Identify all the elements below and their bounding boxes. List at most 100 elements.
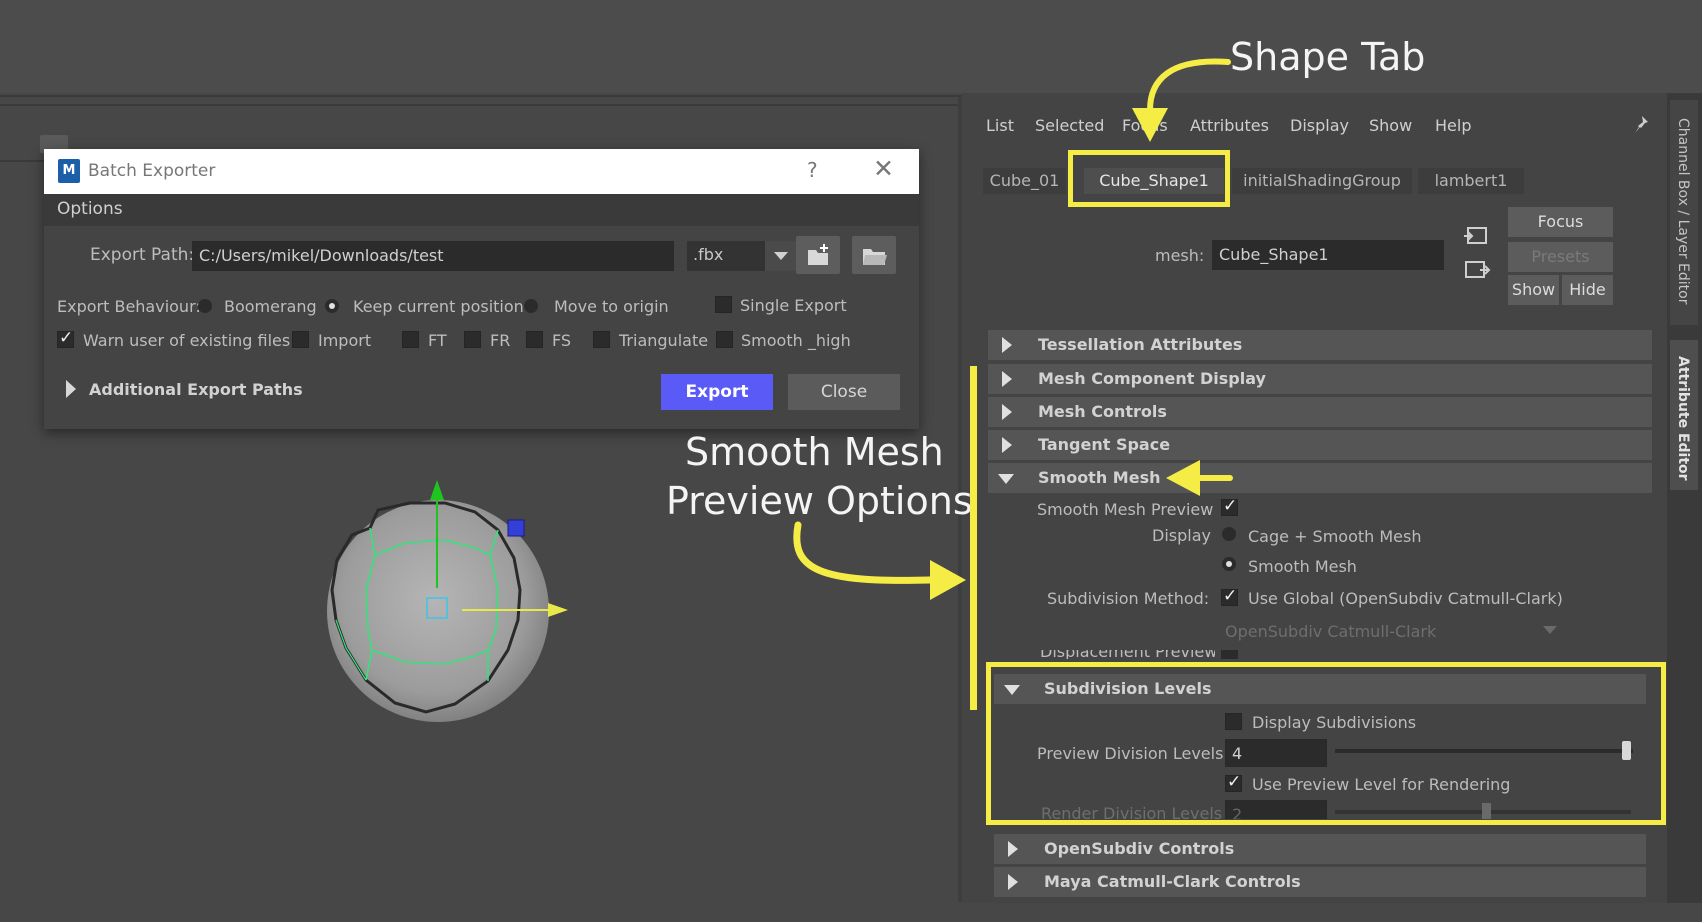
channel-box-side-tab[interactable]: Channel Box / Layer Editor <box>1670 100 1698 325</box>
section-smooth-mesh[interactable]: Smooth Mesh <box>988 463 1652 493</box>
show-button[interactable]: Show <box>1508 275 1559 305</box>
single-export-checkbox[interactable] <box>715 296 732 313</box>
expand-triangle-icon <box>1008 874 1018 890</box>
section-label: OpenSubdiv Controls <box>1044 839 1235 858</box>
menu-help[interactable]: Help <box>1435 116 1471 135</box>
dropdown-arrow-icon[interactable] <box>765 241 797 271</box>
folder-open-icon <box>863 249 887 265</box>
section-mesh-controls[interactable]: Mesh Controls <box>988 397 1652 427</box>
displacement-checkbox[interactable] <box>1221 650 1238 659</box>
smooth-mesh-preview-checkbox[interactable] <box>1221 496 1238 516</box>
hide-button[interactable]: Hide <box>1562 275 1613 305</box>
menu-show[interactable]: Show <box>1369 116 1412 135</box>
format-dropdown[interactable]: .fbx <box>687 241 797 271</box>
attribute-editor-tab-label: Attribute Editor <box>1675 356 1691 481</box>
ft-checkbox[interactable] <box>402 331 419 348</box>
menu-focus[interactable]: Focus <box>1122 116 1168 135</box>
section-tangent-space[interactable]: Tangent Space <box>988 430 1652 460</box>
display-smooth-label: Smooth Mesh <box>1248 557 1357 576</box>
batch-exporter-window: M Batch Exporter ? ✕ Options Export Path… <box>44 149 919 429</box>
expand-triangle-icon <box>1002 337 1012 353</box>
displacement-label: Displacement Preview: <box>1040 650 1215 659</box>
import-checkbox[interactable] <box>292 331 309 348</box>
warn-existing-label: Warn user of existing files <box>83 331 291 350</box>
shape-tab-annotation: Shape Tab <box>1230 35 1426 79</box>
fr-checkbox[interactable] <box>464 331 481 348</box>
help-icon[interactable]: ? <box>807 158 818 182</box>
triangulate-checkbox[interactable] <box>593 331 610 348</box>
section-opensubdiv-controls[interactable]: OpenSubdiv Controls <box>994 834 1646 864</box>
export-path-field[interactable]: C:/Users/mikel/Downloads/test <box>192 241 674 271</box>
mesh-name-field[interactable]: Cube_Shape1 <box>1212 240 1444 270</box>
attribute-editor-side-tab[interactable]: Attribute Editor <box>1670 340 1698 490</box>
keep-position-label: Keep current position <box>353 297 524 316</box>
viewport-toolbar-edge <box>0 160 45 162</box>
menu-display[interactable]: Display <box>1290 116 1349 135</box>
subdivision-method-label: Subdivision Method: <box>1047 589 1210 608</box>
mesh-label: mesh: <box>1155 246 1205 265</box>
smooth-high-checkbox[interactable] <box>716 331 733 348</box>
menu-attributes[interactable]: Attributes <box>1190 116 1269 135</box>
section-maya-catmull-clark-controls[interactable]: Maya Catmull-Clark Controls <box>994 867 1646 897</box>
displacement-preview-row: Displacement Preview: <box>1040 650 1215 659</box>
menu-selected[interactable]: Selected <box>1035 116 1104 135</box>
section-label: Maya Catmull-Clark Controls <box>1044 872 1301 891</box>
move-origin-radio[interactable] <box>524 299 538 313</box>
section-mesh-component-display[interactable]: Mesh Component Display <box>988 364 1652 394</box>
close-icon[interactable]: ✕ <box>873 154 894 183</box>
single-export-label: Single Export <box>740 296 847 315</box>
focus-button[interactable]: Focus <box>1508 207 1613 237</box>
tab-initial-shading-group[interactable]: initialShadingGroup <box>1232 168 1412 194</box>
expand-triangle-icon <box>1002 371 1012 387</box>
viewport-toolbar-divider <box>0 104 962 106</box>
triangulate-label: Triangulate <box>619 331 709 350</box>
display-label: Display <box>1152 526 1211 545</box>
display-cage-label: Cage + Smooth Mesh <box>1248 527 1422 546</box>
section-label: Tessellation Attributes <box>1038 335 1243 354</box>
new-folder-icon <box>808 244 828 265</box>
tab-lambert1[interactable]: lambert1 <box>1418 168 1524 194</box>
smooth-mesh-bracket-line <box>970 366 977 710</box>
expand-triangle-icon <box>1008 841 1018 857</box>
section-label: Mesh Controls <box>1038 402 1167 421</box>
expand-triangle-icon[interactable] <box>66 380 76 398</box>
smooth-high-label: Smooth _high <box>741 331 851 350</box>
use-global-checkbox[interactable] <box>1221 586 1238 606</box>
batch-exporter-titlebar: M Batch Exporter ? ✕ <box>44 149 919 194</box>
import-label: Import <box>318 331 372 350</box>
export-path-label: Export Path: <box>90 245 195 265</box>
section-label: Tangent Space <box>1038 435 1171 454</box>
smooth-mesh-annotation-line1: Smooth Mesh <box>685 430 944 474</box>
display-smooth-radio[interactable] <box>1222 557 1236 571</box>
presets-button[interactable]: Presets <box>1508 242 1613 272</box>
section-label: Smooth Mesh <box>1038 468 1161 487</box>
display-cage-radio[interactable] <box>1222 527 1236 541</box>
close-button[interactable]: Close <box>788 374 900 410</box>
menu-list[interactable]: List <box>986 116 1014 135</box>
additional-paths-label[interactable]: Additional Export Paths <box>89 380 303 399</box>
warn-existing-checkbox[interactable] <box>57 328 74 348</box>
node-nav-icons[interactable] <box>1463 224 1491 284</box>
new-folder-button[interactable] <box>796 236 840 274</box>
fs-checkbox[interactable] <box>526 331 543 348</box>
channel-box-tab-label: Channel Box / Layer Editor <box>1675 118 1691 305</box>
boomerang-radio[interactable] <box>198 299 212 313</box>
maya-logo-icon: M <box>58 159 80 183</box>
export-button[interactable]: Export <box>661 374 773 410</box>
tab-cube-01[interactable]: Cube_01 <box>983 168 1066 194</box>
pin-icon[interactable] <box>1632 114 1652 136</box>
ft-label: FT <box>428 331 447 350</box>
dropdown-arrow-icon[interactable] <box>1543 626 1557 634</box>
use-global-label: Use Global (OpenSubdiv Catmull-Clark) <box>1248 589 1563 608</box>
method-dropdown[interactable]: OpenSubdiv Catmull-Clark <box>1225 622 1436 641</box>
sphere-wireframe-and-manipulator <box>330 480 568 714</box>
top-background <box>0 0 1702 93</box>
move-origin-label: Move to origin <box>554 297 669 316</box>
keep-position-radio[interactable] <box>325 299 339 313</box>
smooth-mesh-preview-label: Smooth Mesh Preview <box>1037 500 1214 519</box>
options-header: Options <box>44 194 919 226</box>
browse-folder-button[interactable] <box>852 236 896 274</box>
expand-triangle-icon <box>1002 437 1012 453</box>
section-tessellation-attributes[interactable]: Tessellation Attributes <box>988 330 1652 360</box>
window-title: Batch Exporter <box>88 161 216 181</box>
